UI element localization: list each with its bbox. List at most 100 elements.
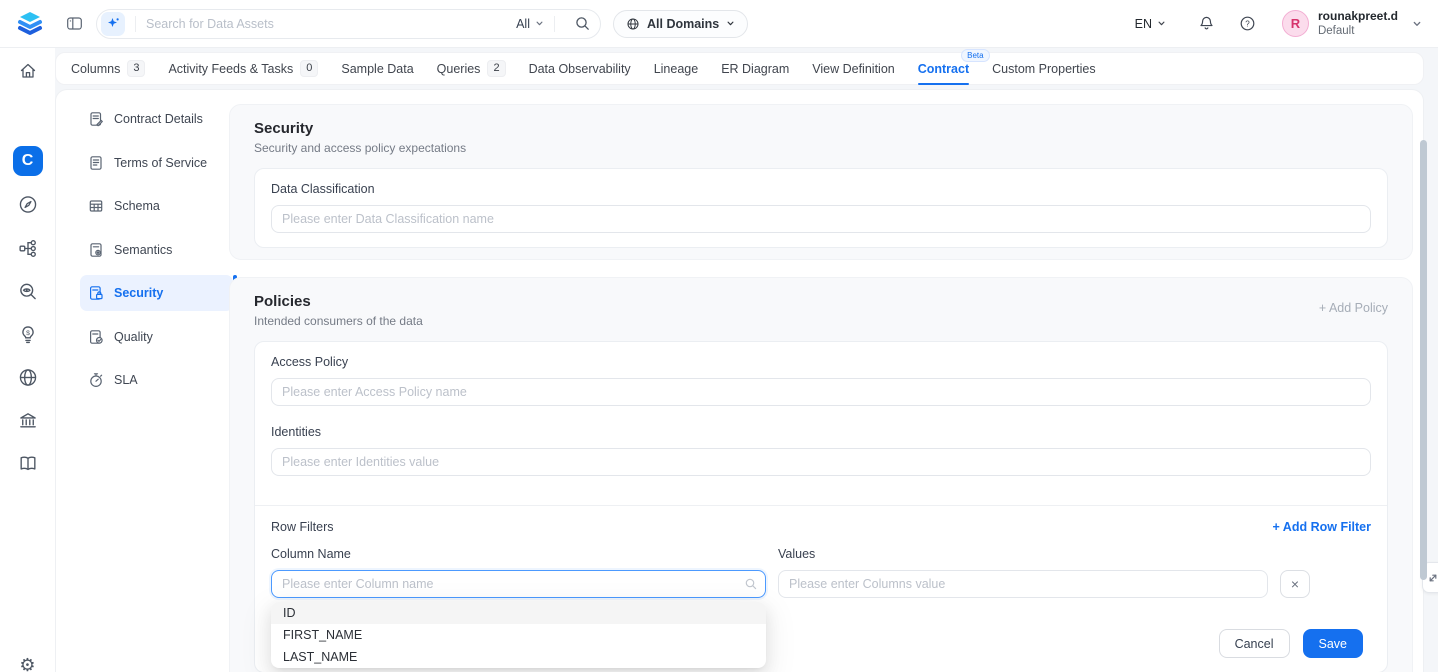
security-subtitle: Security and access policy expectations	[254, 141, 1388, 155]
access-policy-label: Access Policy	[271, 355, 1371, 369]
data-classification-input[interactable]	[271, 205, 1371, 233]
domains-label: All Domains	[647, 17, 719, 31]
dropdown-option-first-name[interactable]: FIRST_NAME	[271, 624, 766, 646]
identities-label: Identities	[271, 425, 1371, 439]
security-title: Security	[254, 120, 1388, 137]
add-row-filter-button[interactable]: + Add Row Filter	[1273, 520, 1372, 534]
quality-check-icon	[88, 329, 104, 345]
identities-input[interactable]	[271, 448, 1371, 476]
home-icon[interactable]	[18, 61, 38, 81]
nav-item-label: Security	[114, 286, 163, 300]
app-logo-icon[interactable]	[14, 8, 46, 40]
nav-contract-details[interactable]: Contract Details	[80, 101, 233, 137]
divider	[554, 16, 555, 32]
explore-compass-icon[interactable]	[17, 194, 38, 215]
data-classification-label: Data Classification	[271, 182, 1371, 196]
avatar-initial: R	[1291, 16, 1300, 31]
nav-semantics[interactable]: Semantics	[80, 232, 233, 268]
search-scope-dropdown[interactable]: All	[516, 17, 544, 31]
user-menu[interactable]: rounakpreet.d Default	[1318, 9, 1398, 38]
user-avatar[interactable]: R	[1282, 10, 1309, 37]
tab-label: Data Observability	[529, 62, 631, 76]
column-name-label: Column Name	[271, 547, 766, 561]
divider	[255, 505, 1387, 506]
tab-lineage[interactable]: Lineage	[654, 53, 699, 84]
schema-table-icon	[88, 198, 104, 214]
tab-data-observability[interactable]: Data Observability	[529, 53, 631, 84]
chevron-down-icon	[535, 19, 544, 28]
user-name: rounakpreet.d	[1318, 9, 1398, 24]
tab-count-badge: 3	[127, 60, 145, 77]
policies-subtitle: Intended consumers of the data	[254, 314, 423, 328]
search-scope-value: All	[516, 17, 530, 31]
nav-security[interactable]: Security	[80, 275, 233, 311]
save-button[interactable]: Save	[1303, 629, 1364, 658]
search-icon[interactable]	[575, 16, 590, 31]
help-icon[interactable]: ?	[1239, 15, 1256, 32]
tab-er-diagram[interactable]: ER Diagram	[721, 53, 789, 84]
tab-label: Contract	[918, 62, 969, 76]
policy-card: Access Policy Identities Row Filters + A…	[254, 341, 1388, 672]
sidebar-toggle-icon[interactable]	[66, 15, 83, 32]
insights-lightbulb-icon[interactable]: $	[17, 324, 38, 345]
collate-app-icon[interactable]: C	[13, 146, 43, 176]
svg-text:$: $	[26, 330, 30, 337]
search-input[interactable]	[146, 17, 516, 31]
add-policy-button[interactable]: + Add Policy	[1319, 301, 1388, 315]
tab-sample-data[interactable]: Sample Data	[341, 53, 413, 84]
global-search-bar[interactable]: All	[96, 9, 601, 39]
governance-bank-icon[interactable]	[17, 410, 38, 431]
access-policy-input[interactable]	[271, 378, 1371, 406]
nav-terms-of-service[interactable]: Terms of Service	[80, 145, 233, 181]
ai-sparkle-icon[interactable]	[101, 12, 125, 36]
user-team: Default	[1318, 24, 1398, 38]
contract-side-nav: Contract Details Terms of Service Schema…	[80, 101, 233, 406]
row-filters-title: Row Filters	[271, 520, 334, 534]
nav-quality[interactable]: Quality	[80, 319, 233, 355]
knowledge-book-icon[interactable]	[17, 453, 38, 474]
chevron-down-icon	[1157, 19, 1166, 28]
nav-sla[interactable]: SLA	[80, 362, 233, 398]
user-menu-chevron-icon[interactable]	[1412, 19, 1422, 29]
sla-stopwatch-icon	[88, 372, 104, 388]
tab-contract[interactable]: Contract Beta	[918, 53, 969, 84]
tab-view-definition[interactable]: View Definition	[812, 53, 894, 84]
nav-item-label: Terms of Service	[114, 156, 207, 170]
vertical-scrollbar[interactable]	[1420, 140, 1427, 580]
dropdown-option-id[interactable]: ID	[271, 602, 766, 624]
svg-text:?: ?	[1245, 19, 1250, 28]
domains-globe-icon[interactable]	[17, 367, 38, 388]
semantics-icon	[88, 242, 104, 258]
data-classification-card: Data Classification	[254, 168, 1388, 248]
data-lineage-hierarchy-icon[interactable]	[17, 238, 38, 259]
chevron-down-icon	[726, 19, 735, 28]
settings-gear-icon[interactable]: ⚙	[19, 656, 35, 672]
contract-content: Contract Details Terms of Service Schema…	[55, 89, 1424, 672]
divider	[135, 16, 136, 32]
column-name-input[interactable]	[271, 570, 766, 598]
tab-activity-feeds[interactable]: Activity Feeds & Tasks 0	[168, 53, 318, 84]
remove-row-filter-button[interactable]: ×	[1280, 570, 1310, 598]
tab-queries[interactable]: Queries 2	[437, 53, 506, 84]
tab-label: Lineage	[654, 62, 699, 76]
security-lock-icon	[88, 285, 104, 301]
language-dropdown[interactable]: EN	[1135, 17, 1166, 31]
tab-custom-properties[interactable]: Custom Properties	[992, 53, 1096, 84]
search-icon	[745, 578, 757, 590]
tab-count-badge: 2	[487, 60, 505, 77]
column-name-dropdown: ID FIRST_NAME LAST_NAME	[271, 602, 766, 668]
close-icon: ×	[1291, 576, 1299, 592]
notifications-bell-icon[interactable]	[1198, 15, 1215, 32]
values-input[interactable]	[778, 570, 1268, 598]
tab-columns[interactable]: Columns 3	[71, 53, 145, 84]
dropdown-option-last-name[interactable]: LAST_NAME	[271, 646, 766, 668]
beta-badge: Beta	[961, 49, 989, 62]
observability-search-eye-icon[interactable]	[17, 281, 38, 302]
cancel-button[interactable]: Cancel	[1219, 629, 1290, 658]
domains-dropdown[interactable]: All Domains	[613, 10, 748, 38]
entity-tab-bar: Columns 3 Activity Feeds & Tasks 0 Sampl…	[55, 52, 1424, 85]
nav-schema[interactable]: Schema	[80, 188, 233, 224]
nav-item-label: Semantics	[114, 243, 172, 257]
tab-label: Sample Data	[341, 62, 413, 76]
nav-item-label: Quality	[114, 330, 153, 344]
